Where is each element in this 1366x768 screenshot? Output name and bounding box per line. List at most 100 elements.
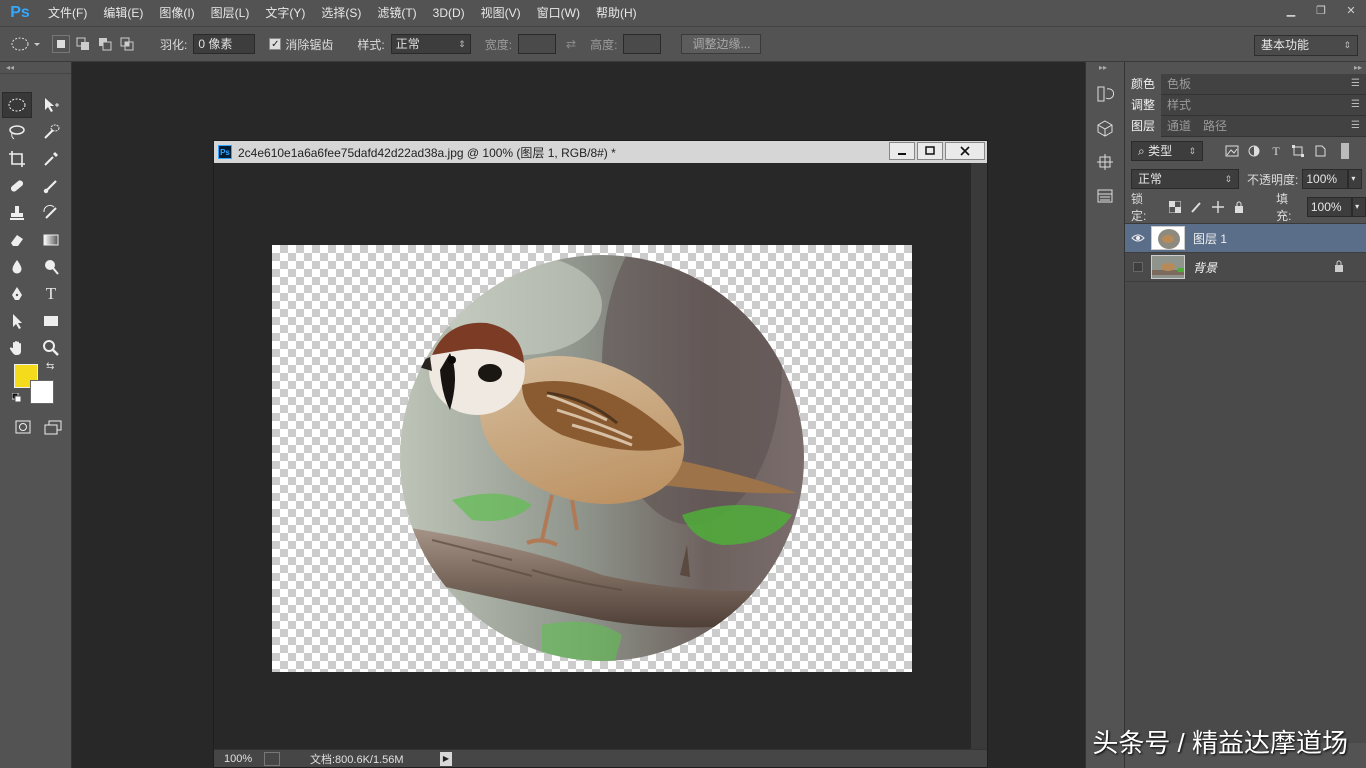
height-input[interactable]: [623, 34, 662, 54]
menu-edit[interactable]: 编辑(E): [95, 0, 151, 26]
tab-adjustments[interactable]: 调整: [1125, 94, 1162, 116]
document-title-bar[interactable]: Ps 2c4e610e1a6a6fee75dafd42d22ad38a.jpg …: [214, 141, 987, 163]
history-panel-icon[interactable]: [1091, 80, 1119, 108]
menu-layer[interactable]: 图层(L): [203, 0, 258, 26]
blend-mode-select[interactable]: 正常 ⇕: [1131, 169, 1239, 189]
pen-tool-icon[interactable]: [2, 281, 32, 307]
strip-collapse-icon[interactable]: ▸▸: [1086, 62, 1124, 74]
swap-dimensions-icon[interactable]: ⇄: [566, 37, 576, 51]
menu-window[interactable]: 窗口(W): [529, 0, 588, 26]
3d-panel-icon[interactable]: [1091, 114, 1119, 142]
panel-menu-icon[interactable]: ☰: [1351, 99, 1360, 110]
tab-swatches[interactable]: 色板: [1161, 74, 1197, 95]
style-select[interactable]: 正常 ⇕: [390, 34, 471, 54]
menu-type[interactable]: 文字(Y): [257, 0, 313, 26]
layer-row-layer1[interactable]: 图层 1: [1125, 224, 1366, 253]
filter-kind-select[interactable]: ⌕ 类型 ⇕: [1131, 141, 1203, 161]
menu-file[interactable]: 文件(F): [40, 0, 95, 26]
gradient-tool-icon[interactable]: [36, 227, 66, 253]
brush-tool-icon[interactable]: [36, 173, 66, 199]
move-tool-icon[interactable]: [36, 92, 66, 118]
doc-close-button[interactable]: [945, 142, 985, 160]
status-info-icon[interactable]: [264, 751, 280, 766]
opacity-input[interactable]: 100%: [1302, 169, 1349, 189]
filter-smart-object-icon[interactable]: [1309, 141, 1331, 161]
tab-channels[interactable]: 通道: [1161, 116, 1197, 137]
subtract-selection-icon[interactable]: [96, 35, 114, 53]
properties-panel-icon[interactable]: [1091, 182, 1119, 210]
filter-toggle-switch[interactable]: [1341, 143, 1349, 159]
fill-input[interactable]: 100%: [1306, 197, 1353, 217]
lock-transparent-icon[interactable]: [1164, 197, 1186, 217]
intersect-selection-icon[interactable]: [118, 35, 136, 53]
menu-select[interactable]: 选择(S): [313, 0, 369, 26]
tab-color[interactable]: 颜色: [1125, 73, 1162, 95]
rectangle-tool-icon[interactable]: [36, 308, 66, 334]
lock-all-icon[interactable]: [1229, 197, 1251, 217]
restore-button[interactable]: ❐: [1306, 0, 1336, 20]
canvas-area[interactable]: [214, 163, 971, 751]
vertical-scrollbar[interactable]: [971, 163, 987, 751]
filter-adjustment-icon[interactable]: [1243, 141, 1265, 161]
width-input[interactable]: [518, 34, 557, 54]
info-panel-icon[interactable]: [1091, 148, 1119, 176]
opacity-dropdown-icon[interactable]: ▾: [1348, 169, 1363, 189]
zoom-level[interactable]: 100%: [214, 753, 264, 765]
eye-icon[interactable]: [1125, 233, 1151, 243]
type-tool-icon[interactable]: T: [36, 281, 66, 307]
tab-layers[interactable]: 图层: [1125, 115, 1162, 137]
panel-menu-icon[interactable]: ☰: [1351, 120, 1360, 131]
doc-maximize-button[interactable]: [917, 142, 943, 160]
layer-row-background[interactable]: 背景: [1125, 253, 1366, 282]
history-brush-tool-icon[interactable]: [36, 200, 66, 226]
quick-mask-icon[interactable]: [8, 414, 38, 440]
tab-paths[interactable]: 路径: [1197, 116, 1233, 137]
background-layer-name[interactable]: 背景: [1193, 259, 1217, 276]
doc-minimize-button[interactable]: [889, 142, 915, 160]
crop-tool-icon[interactable]: [2, 146, 32, 172]
antialias-checkbox[interactable]: ✓: [269, 38, 282, 50]
blur-tool-icon[interactable]: [2, 254, 32, 280]
status-menu-arrow-icon[interactable]: ▶: [440, 751, 452, 766]
screen-mode-icon[interactable]: [38, 414, 68, 440]
layer1-name[interactable]: 图层 1: [1193, 230, 1227, 247]
menu-image[interactable]: 图像(I): [151, 0, 202, 26]
workspace-switcher[interactable]: 基本功能 ⇕: [1254, 35, 1358, 56]
visibility-toggle-empty[interactable]: [1125, 262, 1151, 272]
eraser-tool-icon[interactable]: [2, 227, 32, 253]
hand-tool-icon[interactable]: [2, 335, 32, 361]
tool-preset-picker[interactable]: [8, 34, 42, 54]
menu-filter[interactable]: 滤镜(T): [369, 0, 424, 26]
healing-brush-tool-icon[interactable]: [2, 173, 32, 199]
lock-position-icon[interactable]: [1207, 197, 1229, 217]
filter-type-icon[interactable]: T: [1265, 141, 1287, 161]
lasso-tool-icon[interactable]: [2, 119, 32, 145]
fill-dropdown-icon[interactable]: ▾: [1352, 197, 1366, 217]
panel-menu-icon[interactable]: ☰: [1351, 78, 1360, 89]
menu-3d[interactable]: 3D(D): [425, 0, 473, 26]
clone-stamp-tool-icon[interactable]: [2, 200, 32, 226]
menu-view[interactable]: 视图(V): [473, 0, 529, 26]
panels-collapse-icon[interactable]: ▸▸: [1125, 62, 1366, 74]
new-selection-icon[interactable]: [52, 35, 70, 53]
filter-pixel-icon[interactable]: [1221, 141, 1243, 161]
lock-pixels-icon[interactable]: [1185, 197, 1207, 217]
image-canvas[interactable]: [272, 245, 912, 672]
swap-colors-icon[interactable]: ⇆: [46, 361, 54, 372]
close-button[interactable]: ✕: [1336, 0, 1366, 20]
quick-selection-tool-icon[interactable]: [36, 119, 66, 145]
zoom-tool-icon[interactable]: [36, 335, 66, 361]
ellipse-marquee-tool-icon[interactable]: [2, 92, 32, 118]
eyedropper-tool-icon[interactable]: [36, 146, 66, 172]
add-selection-icon[interactable]: [74, 35, 92, 53]
background-color-swatch[interactable]: [30, 380, 54, 404]
filter-shape-icon[interactable]: [1287, 141, 1309, 161]
dodge-tool-icon[interactable]: [36, 254, 66, 280]
tab-styles[interactable]: 样式: [1161, 95, 1197, 116]
feather-input[interactable]: 0 像素: [193, 34, 256, 54]
panel-collapse-icon[interactable]: ◂◂: [0, 62, 71, 74]
default-colors-icon[interactable]: [11, 392, 22, 403]
minimize-button[interactable]: ▁: [1276, 0, 1306, 20]
path-selection-tool-icon[interactable]: [2, 308, 32, 334]
menu-help[interactable]: 帮助(H): [588, 0, 645, 26]
